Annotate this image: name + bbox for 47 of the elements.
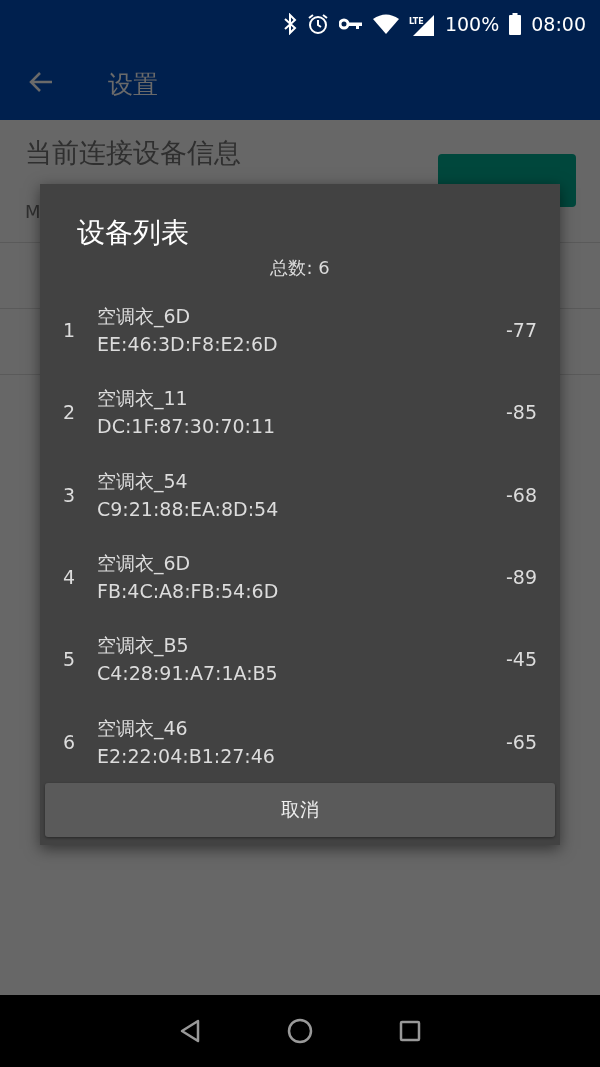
- mac-address: C4:28:91:A7:1A:B5: [97, 661, 279, 687]
- mac-address: EE:46:3D:F8:E2:6D: [97, 332, 279, 358]
- wifi-icon: [372, 14, 399, 34]
- device-name: 空调衣_6D: [97, 551, 192, 577]
- clock-time: 08:00: [531, 13, 586, 35]
- device-list-item[interactable]: 6 空调衣_46 E2:22:04:B1:27:46 -65: [45, 700, 555, 783]
- device-list-item[interactable]: 5 空调衣_B5 C4:28:91:A7:1A:B5 -45: [45, 618, 555, 701]
- dialog-title: 设备列表: [76, 215, 190, 250]
- key-icon: [338, 17, 363, 31]
- recents-icon[interactable]: [399, 1020, 421, 1042]
- device-name: 空调衣_54: [97, 468, 189, 495]
- network-type: LTE: [408, 17, 424, 26]
- item-number: 1: [63, 319, 77, 342]
- item-number: 3: [63, 483, 77, 506]
- total-count: 总数: 6: [269, 256, 331, 280]
- device-list-item[interactable]: 4 空调衣_6D FB:4C:A8:FB:54:6D -89: [45, 535, 555, 619]
- bluetooth-icon: [282, 13, 297, 35]
- device-list-item[interactable]: 1 空调衣_6D EE:46:3D:F8:E2:6D -77: [45, 289, 555, 372]
- mac-address: C9:21:88:EA:8D:54: [97, 496, 280, 522]
- device-name: 空调衣_B5: [97, 633, 190, 659]
- screen-title: 设置: [108, 68, 158, 101]
- device-name: 空调衣_6D: [97, 304, 192, 330]
- alarm-clock-icon: [306, 13, 329, 35]
- signal-strength: -85: [505, 401, 537, 424]
- section-title: 当前连接设备信息: [25, 136, 241, 170]
- home-icon[interactable]: [287, 1018, 313, 1044]
- signal-strength: -68: [505, 483, 537, 506]
- back-arrow-icon[interactable]: [28, 71, 54, 93]
- mac-address: E2:22:04:B1:27:46: [97, 743, 276, 769]
- device-name: 空调衣_11: [97, 386, 189, 412]
- item-number: 4: [63, 566, 77, 589]
- mac-address: FB:4C:A8:FB:54:6D: [97, 579, 280, 605]
- item-number: 2: [63, 401, 77, 424]
- item-number: 6: [63, 730, 77, 753]
- signal-strength: -65: [505, 730, 537, 753]
- mac-address: DC:1F:87:30:70:11: [97, 414, 277, 440]
- signal-strength: -45: [505, 648, 537, 671]
- cancel-button[interactable]: 取消: [45, 783, 555, 837]
- signal-strength: -89: [505, 566, 537, 589]
- battery-percent: 100%: [444, 13, 500, 35]
- back-icon[interactable]: [179, 1019, 201, 1043]
- signal-strength: -77: [505, 319, 537, 342]
- device-list-item[interactable]: 2 空调衣_11 DC:1F:87:30:70:11 -85: [45, 371, 555, 454]
- device-list-item[interactable]: 3 空调衣_54 C9:21:88:EA:8D:54 -68: [45, 453, 555, 536]
- device-name: 空调衣_46: [97, 715, 189, 742]
- item-number: 5: [63, 648, 77, 671]
- battery-icon: [509, 13, 522, 35]
